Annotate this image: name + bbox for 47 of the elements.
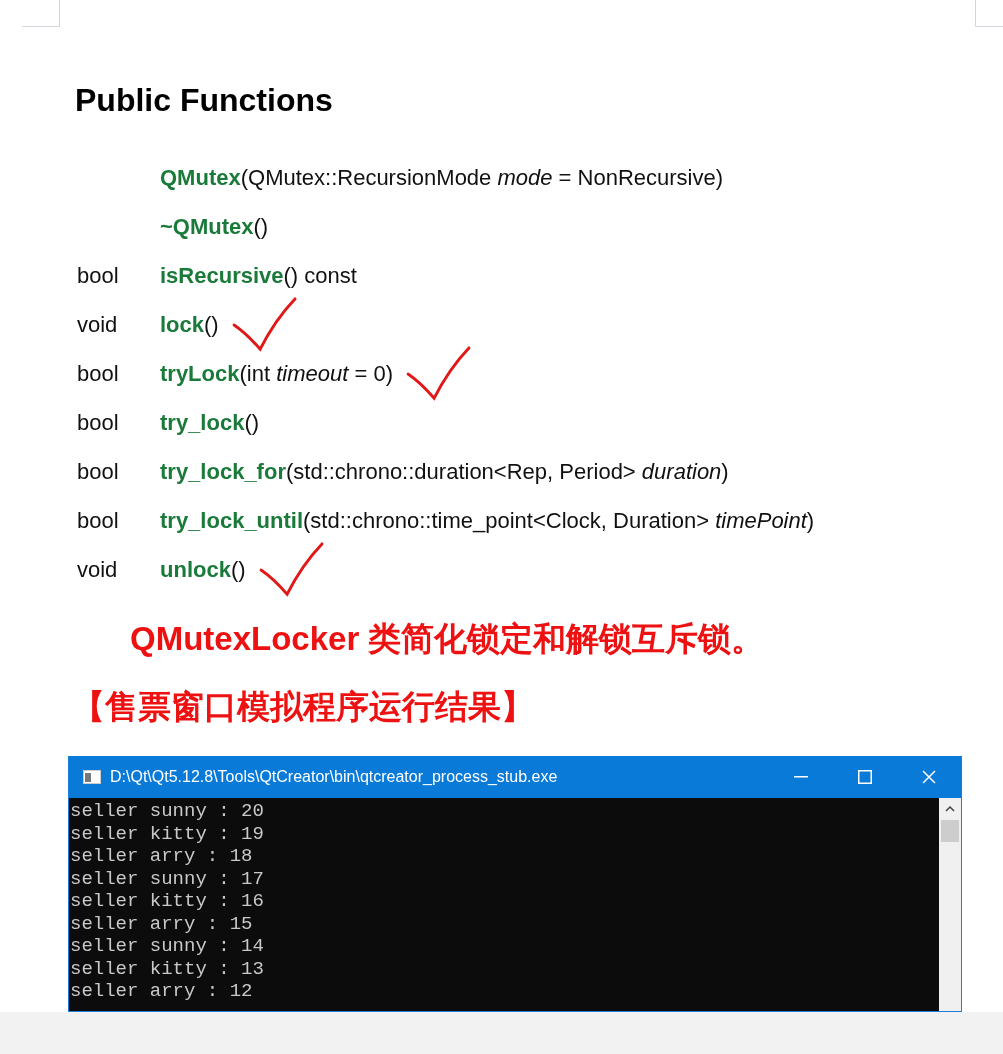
function-signature: (std::chrono::time_point<Clock, Duration> timePoint) bbox=[303, 507, 815, 535]
return-type: bool bbox=[77, 507, 120, 535]
section-heading: Public Functions bbox=[75, 81, 333, 120]
console-line: seller kitty : 19 bbox=[70, 822, 265, 845]
function-signature: (QMutex::RecursionMode mode = NonRecursive) bbox=[240, 164, 724, 192]
function-signature: (int timeout = 0) bbox=[239, 360, 393, 388]
scrollbar[interactable] bbox=[939, 798, 961, 1011]
console-line: seller kitty : 16 bbox=[70, 890, 265, 913]
scroll-up-icon[interactable] bbox=[945, 806, 955, 812]
function-signature: () bbox=[244, 409, 260, 437]
function-link[interactable]: lock bbox=[160, 308, 205, 341]
console-line: seller sunny : 20 bbox=[70, 800, 265, 823]
function-signature: () const bbox=[283, 262, 357, 290]
return-type: void bbox=[77, 556, 119, 584]
console-icon bbox=[83, 770, 101, 784]
return-type: bool bbox=[77, 262, 120, 290]
minimize-icon bbox=[794, 776, 808, 778]
function-link[interactable]: try_lock_for bbox=[160, 455, 286, 488]
margin-corner-mark bbox=[22, 0, 60, 27]
section-title: 【售票窗口模拟程序运行结果】 bbox=[72, 687, 534, 727]
console-line: seller sunny : 17 bbox=[70, 867, 265, 890]
console-line: seller arry : 18 bbox=[70, 845, 254, 868]
function-link[interactable]: isRecursive bbox=[160, 259, 284, 292]
console-line: seller kitty : 13 bbox=[70, 957, 265, 980]
console-line: seller sunny : 14 bbox=[70, 935, 265, 958]
return-type: void bbox=[77, 311, 119, 339]
window-title: D:\Qt\Qt5.12.8\Tools\QtCreator\bin\qtcreator_process_stub.exe bbox=[110, 767, 558, 787]
console-line: seller arry : 12 bbox=[70, 980, 254, 1003]
function-link[interactable]: tryLock bbox=[160, 357, 240, 390]
function-signature: () bbox=[253, 213, 269, 241]
function-signature: () bbox=[204, 311, 219, 339]
return-type: bool bbox=[77, 458, 120, 486]
console-line: seller arry : 15 bbox=[70, 912, 254, 935]
function-link[interactable]: try_lock_until bbox=[160, 504, 304, 537]
return-type: bool bbox=[77, 409, 120, 437]
function-link[interactable]: ~QMutex bbox=[160, 210, 254, 243]
function-link[interactable]: QMutex bbox=[160, 161, 241, 194]
function-link[interactable]: try_lock bbox=[160, 406, 245, 439]
maximize-icon bbox=[858, 770, 872, 784]
close-icon bbox=[922, 770, 936, 784]
return-type: bool bbox=[77, 360, 120, 388]
note-text: QMutexLocker 类简化锁定和解锁互斥锁。 bbox=[130, 619, 765, 659]
function-link[interactable]: unlock bbox=[160, 553, 231, 586]
margin-corner-mark bbox=[975, 0, 1003, 27]
function-signature: () bbox=[230, 556, 246, 584]
scrollbar-thumb[interactable] bbox=[941, 820, 959, 842]
function-signature: (std::chrono::duration<Rep, Period> duration) bbox=[285, 458, 729, 486]
